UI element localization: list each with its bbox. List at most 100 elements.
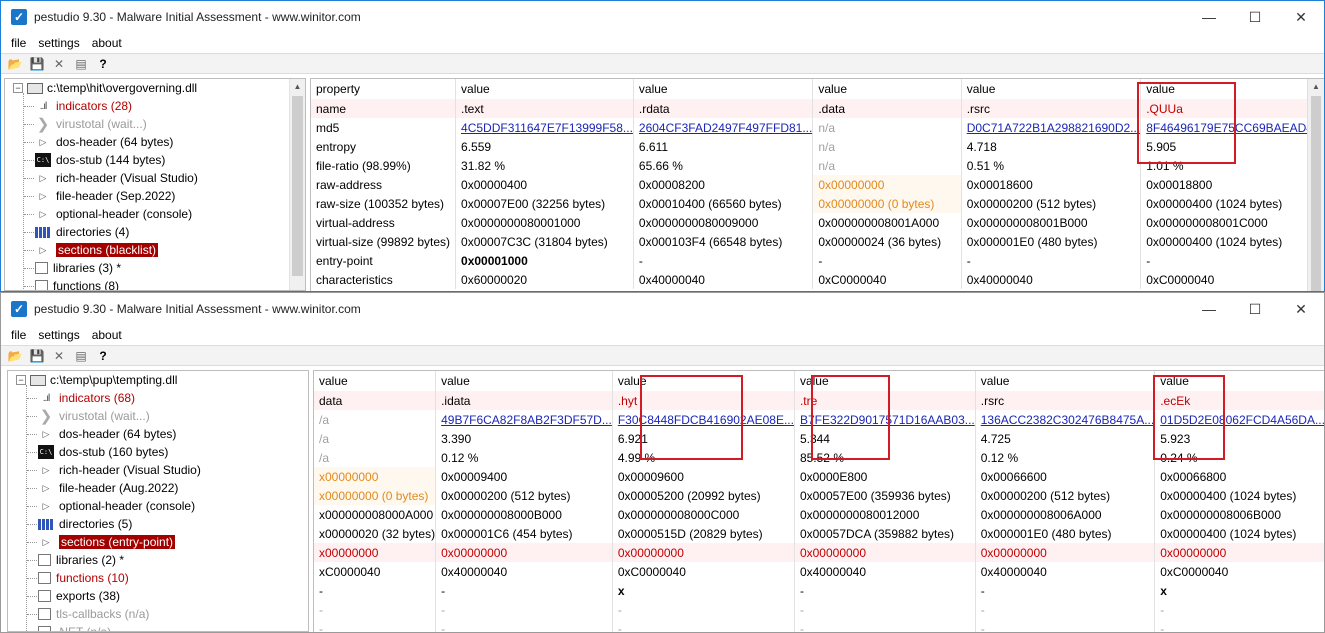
column-header[interactable]: value — [314, 371, 437, 391]
tree-item[interactable]: ▷ rich-header (Visual Studio) — [38, 461, 201, 479]
minimize-button[interactable]: — — [1186, 1, 1232, 33]
table-row[interactable]: raw-size (100352 bytes) 0x00007E00 (32256… — [311, 194, 1324, 213]
tree-item[interactable]: .NET (n/a) — [38, 623, 111, 631]
copy-icon[interactable]: ▤ — [72, 348, 90, 364]
scroll-thumb[interactable] — [292, 96, 303, 276]
table-row[interactable]: x00000020 (32 bytes) 0x000001C6 (454 byte… — [314, 524, 1324, 543]
table-row[interactable]: ------ — [314, 619, 1324, 632]
collapse-icon[interactable]: − — [13, 83, 23, 93]
table-row[interactable]: ------ — [314, 600, 1324, 619]
column-header[interactable]: value — [612, 371, 795, 391]
table-row[interactable]: /a 3.390 6.921 5.344 4.725 5.923 — [314, 429, 1324, 448]
tree-item[interactable]: C:\ dos-stub (144 bytes) — [35, 151, 165, 169]
table-row[interactable]: name .text .rdata .data .rsrc .QUUa — [311, 99, 1324, 118]
collapse-icon[interactable]: − — [16, 375, 26, 385]
table-row[interactable]: virtual-address 0x0000000080001000 0x00000… — [311, 213, 1324, 232]
tree-item[interactable]: ❯ virustotal (wait...) — [35, 115, 147, 133]
close-button[interactable]: ✕ — [1278, 293, 1324, 325]
tree-item[interactable]: ▷ rich-header (Visual Studio) — [35, 169, 198, 187]
copy-icon[interactable]: ▤ — [72, 56, 90, 72]
maximize-button[interactable]: ☐ — [1232, 293, 1278, 325]
table-row[interactable]: virtual-size (99892 bytes) 0x00007C3C (31… — [311, 232, 1324, 251]
scroll-thumb[interactable] — [1311, 96, 1321, 291]
close-file-icon[interactable]: ✕ — [50, 348, 68, 364]
open-icon[interactable]: 📂 — [6, 348, 24, 364]
tree-root[interactable]: − c:\temp\hit\overgoverning.dll — [13, 79, 197, 97]
table-row[interactable]: file-ratio (98.99%) 31.82 % 65.66 % n/a 0.51… — [311, 156, 1324, 175]
table-row[interactable]: data .idata .hyt .tre .rsrc .ecEk — [314, 391, 1324, 410]
table-cell[interactable]: F30C8448FDCB416902AE08E... — [612, 410, 795, 429]
table-row[interactable]: x00000000 0x00000000 0x00000000 0x00000000 0… — [314, 543, 1324, 562]
table-row[interactable]: entropy 6.559 6.611 n/a 4.718 5.905 — [311, 137, 1324, 156]
tree-item[interactable]: directories (5) — [38, 515, 132, 533]
table-row[interactable]: x00000000 (0 bytes) 0x00000200 (512 bytes… — [314, 486, 1324, 505]
tree-root[interactable]: − c:\temp\pup\tempting.dll — [16, 371, 177, 389]
tree-item[interactable]: ▷ sections (entry-point) — [38, 533, 176, 551]
column-header[interactable]: property — [311, 79, 457, 99]
tree-item[interactable]: functions (10) — [38, 569, 129, 587]
save-icon[interactable]: 💾 — [28, 348, 46, 364]
tree-item[interactable]: functions (8) — [35, 277, 119, 290]
menu-file[interactable]: file — [5, 36, 32, 50]
column-header[interactable]: value — [1154, 371, 1324, 391]
table-cell[interactable]: 136ACC2382C302476B8475A... — [975, 410, 1156, 429]
table-row[interactable]: /a 49B7F6CA82F8AB2F3DF57D... F30C8448FDCB4… — [314, 410, 1324, 429]
table-cell[interactable]: 2604CF3FAD2497F497FFD81... — [633, 118, 814, 137]
column-header[interactable]: value — [975, 371, 1156, 391]
tree-item[interactable]: tls-callbacks (n/a) — [38, 605, 149, 623]
help-icon[interactable]: ? — [94, 348, 112, 364]
table-cell[interactable]: 8F46496179E75CC69BAEAD4... — [1140, 118, 1324, 137]
tree-item[interactable]: ▷ optional-header (console) — [35, 205, 193, 223]
tree-item[interactable]: ❯ virustotal (wait...) — [38, 407, 150, 425]
grid-scrollbar[interactable]: ▲ — [1307, 79, 1324, 291]
table-row[interactable]: characteristics 0x60000020 0x40000040 0xC00… — [311, 270, 1324, 289]
table-cell[interactable]: 49B7F6CA82F8AB2F3DF57D... — [435, 410, 613, 429]
menu-about[interactable]: about — [86, 36, 128, 50]
tree-item[interactable]: ▷ optional-header (console) — [38, 497, 196, 515]
table-row[interactable]: x00000000 0x00009400 0x00009600 0x0000E800 0… — [314, 467, 1324, 486]
tree-item[interactable]: directories (4) — [35, 223, 129, 241]
tree-item[interactable]: exports (38) — [38, 587, 120, 605]
menu-settings[interactable]: settings — [32, 328, 85, 342]
tree-item[interactable]: ▷ dos-header (64 bytes) — [38, 425, 177, 443]
table-cell[interactable]: B7FE322D9017571D16AAB03... — [794, 410, 976, 429]
column-header[interactable]: value — [435, 371, 613, 391]
save-icon[interactable]: 💾 — [28, 56, 46, 72]
scroll-up-icon[interactable]: ▲ — [290, 79, 305, 95]
column-header[interactable]: value — [633, 79, 814, 99]
tree-item[interactable]: ▷ dos-header (64 bytes) — [35, 133, 174, 151]
table-cell[interactable]: 01D5D2E08062FCD4A56DA... — [1154, 410, 1324, 429]
table-cell[interactable]: 4C5DDF311647E7F13999F58... — [455, 118, 634, 137]
close-file-icon[interactable]: ✕ — [50, 56, 68, 72]
tree-item[interactable]: ..ıl indicators (68) — [38, 389, 135, 407]
scroll-up-icon[interactable]: ▲ — [1308, 79, 1324, 95]
tree-item[interactable]: libraries (3) * — [35, 259, 121, 277]
table-row[interactable]: md5 4C5DDF311647E7F13999F58... 2604CF3FAD2… — [311, 118, 1324, 137]
column-header[interactable]: value — [455, 79, 634, 99]
tree-item[interactable]: C:\ dos-stub (160 bytes) — [38, 443, 168, 461]
tree-item[interactable]: ▷ sections (blacklist) — [35, 241, 159, 259]
menu-settings[interactable]: settings — [32, 36, 85, 50]
table-row[interactable]: /a 0.12 % 4.99 % 85.52 % 0.12 % 0.24 % — [314, 448, 1324, 467]
table-cell[interactable]: D0C71A722B1A298821690D2... — [961, 118, 1142, 137]
table-row[interactable]: x000000008000A000 0x000000008000B000 0x000… — [314, 505, 1324, 524]
table-row[interactable]: raw-address 0x00000400 0x00008200 0x0000000… — [311, 175, 1324, 194]
menu-file[interactable]: file — [5, 328, 32, 342]
column-header[interactable]: value — [961, 79, 1142, 99]
tree-item[interactable]: ▷ file-header (Sep.2022) — [35, 187, 176, 205]
open-icon[interactable]: 📂 — [6, 56, 24, 72]
column-header[interactable]: value — [794, 371, 976, 391]
close-button[interactable]: ✕ — [1278, 1, 1324, 33]
column-header[interactable]: value — [1140, 79, 1324, 99]
column-header[interactable]: value — [812, 79, 962, 99]
help-icon[interactable]: ? — [94, 56, 112, 72]
tree-scrollbar[interactable]: ▲ — [289, 79, 305, 290]
maximize-button[interactable]: ☐ — [1232, 1, 1278, 33]
tree-item[interactable]: libraries (2) * — [38, 551, 124, 569]
tree-item[interactable]: ..ıl indicators (28) — [35, 97, 132, 115]
minimize-button[interactable]: — — [1186, 293, 1232, 325]
menu-about[interactable]: about — [86, 328, 128, 342]
table-row[interactable]: --x--x — [314, 581, 1324, 600]
table-row[interactable]: xC0000040 0x40000040 0xC0000040 0x40000040 0… — [314, 562, 1324, 581]
table-row[interactable]: entry-point 0x00001000- - - - — [311, 251, 1324, 270]
